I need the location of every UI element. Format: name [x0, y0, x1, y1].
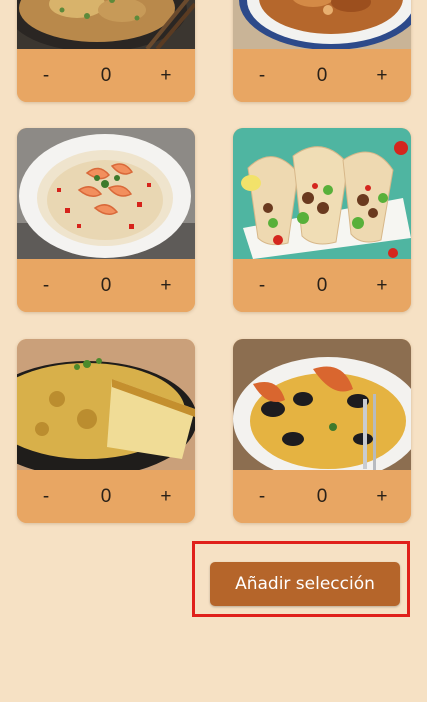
increase-button[interactable]: + [371, 65, 393, 87]
quantity-value: 0 [100, 274, 112, 296]
stew-bowl-image [233, 0, 411, 49]
quantity-stepper: - 0 + [233, 49, 411, 102]
decrease-button[interactable]: - [35, 275, 57, 297]
increase-button[interactable]: + [155, 65, 177, 87]
quantity-value: 0 [100, 485, 112, 507]
increase-button[interactable]: + [371, 275, 393, 297]
quantity-stepper: - 0 + [233, 259, 411, 312]
decrease-button[interactable]: - [251, 486, 273, 508]
quantity-value: 0 [316, 274, 328, 296]
add-selection-button[interactable]: Añadir selección [210, 562, 400, 606]
increase-button[interactable]: + [155, 486, 177, 508]
dish-card: - 0 + [233, 0, 411, 102]
paella-image [233, 339, 411, 470]
tacos-image [233, 128, 411, 259]
quantity-stepper: - 0 + [17, 470, 195, 523]
dish-card: - 0 + [17, 339, 195, 523]
decrease-button[interactable]: - [35, 65, 57, 87]
quantity-stepper: - 0 + [233, 470, 411, 523]
increase-button[interactable]: + [371, 486, 393, 508]
quantity-value: 0 [316, 485, 328, 507]
quantity-value: 0 [316, 64, 328, 86]
decrease-button[interactable]: - [251, 275, 273, 297]
dish-card: - 0 + [17, 128, 195, 312]
dish-card: - 0 + [233, 339, 411, 523]
dish-card: - 0 + [233, 128, 411, 312]
quantity-stepper: - 0 + [17, 49, 195, 102]
quantity-stepper: - 0 + [17, 259, 195, 312]
spanish-tortilla-image [17, 339, 195, 470]
shrimp-risotto-image [17, 128, 195, 259]
increase-button[interactable]: + [155, 275, 177, 297]
decrease-button[interactable]: - [35, 486, 57, 508]
quantity-value: 0 [100, 64, 112, 86]
decrease-button[interactable]: - [251, 65, 273, 87]
ramen-bowl-image [17, 0, 195, 49]
dish-card: - 0 + [17, 0, 195, 102]
